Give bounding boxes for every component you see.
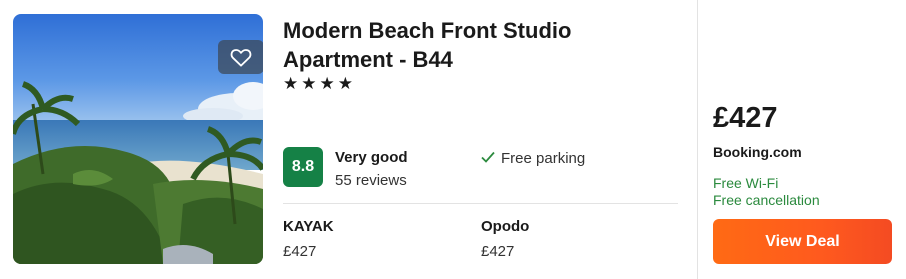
amenity-label: Free parking bbox=[501, 150, 586, 167]
review-score-label: Very good bbox=[335, 149, 408, 166]
provider-name: KAYAK bbox=[283, 218, 334, 235]
provider-name: Opodo bbox=[481, 218, 530, 235]
provider-opodo[interactable]: Opodo £427 bbox=[481, 218, 529, 260]
hotel-photo[interactable] bbox=[13, 14, 263, 264]
review-score-badge: 8.8 bbox=[283, 147, 323, 187]
amenity-free-parking: Free parking bbox=[481, 150, 585, 167]
check-icon bbox=[481, 150, 499, 167]
hotel-result-card: Modern Beach Front Studio Apartment - B4… bbox=[0, 0, 906, 279]
provider-price: £427 bbox=[481, 243, 515, 260]
provider-price: £427 bbox=[283, 243, 317, 260]
deal-site: Booking.com bbox=[713, 144, 802, 160]
review-count[interactable]: 55 reviews bbox=[335, 172, 407, 189]
deal-price: £427 bbox=[713, 102, 778, 134]
provider-kayak[interactable]: KAYAK £427 bbox=[283, 218, 334, 260]
perk-free-wifi: Free Wi-Fi bbox=[713, 175, 779, 191]
divider bbox=[283, 203, 678, 204]
heart-icon bbox=[230, 49, 252, 67]
perk-free-cancellation: Free cancellation bbox=[713, 192, 820, 208]
hotel-name[interactable]: Modern Beach Front Studio Apartment - B4… bbox=[283, 16, 683, 74]
view-deal-button[interactable]: View Deal bbox=[713, 219, 892, 264]
save-favorite-button[interactable] bbox=[218, 40, 263, 74]
vertical-divider bbox=[697, 0, 698, 279]
star-rating: ★★★★ bbox=[283, 74, 356, 93]
